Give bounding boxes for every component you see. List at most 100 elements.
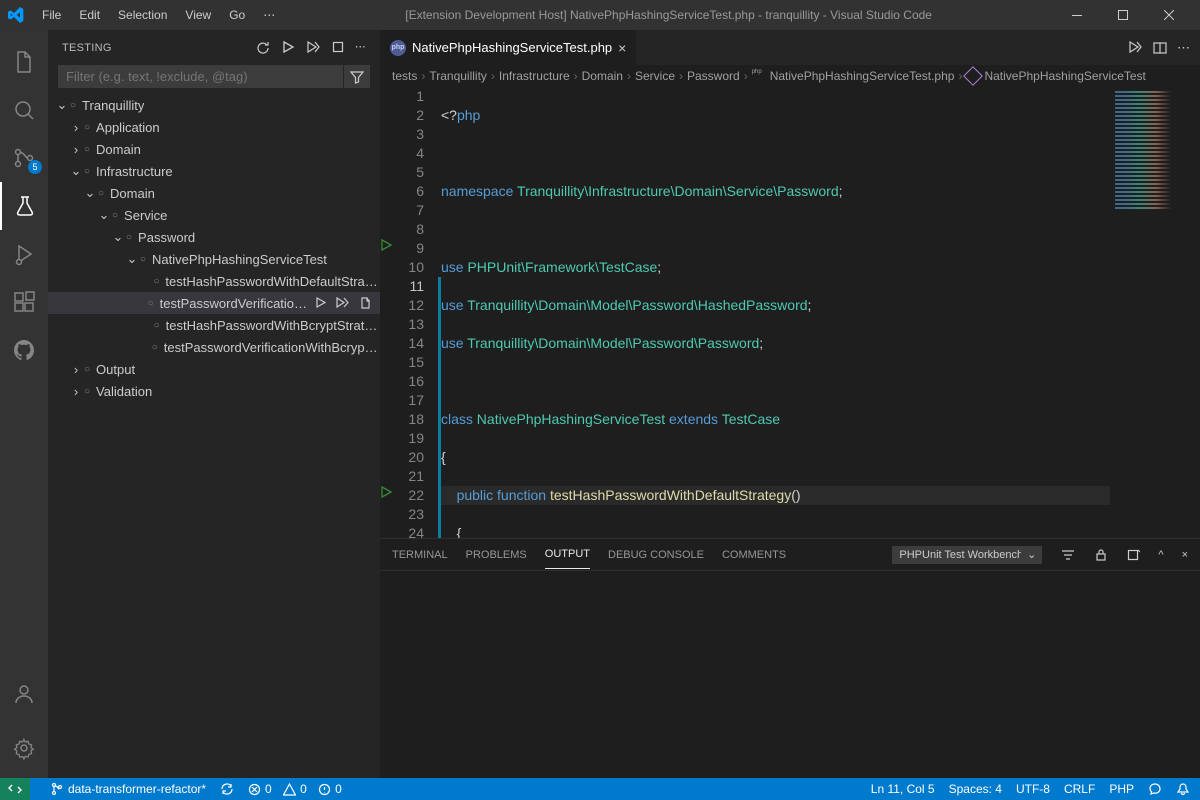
debug-all-icon[interactable]	[305, 40, 321, 56]
encoding[interactable]: UTF-8	[1016, 782, 1050, 796]
run-all-icon[interactable]	[281, 40, 295, 56]
activity-explorer[interactable]	[0, 38, 48, 86]
panel-output[interactable]: OUTPUT	[545, 540, 590, 569]
more-actions-icon[interactable]: ⋯	[355, 40, 366, 56]
close-panel-icon[interactable]: ×	[1182, 549, 1188, 561]
tree-item[interactable]: ⌄○Password	[48, 226, 380, 248]
status-idle-icon: ○	[112, 210, 118, 221]
status-idle-icon: ○	[148, 298, 154, 309]
sync-button[interactable]	[220, 782, 234, 796]
tree-item[interactable]: ⌄○Service	[48, 204, 380, 226]
activity-account[interactable]	[0, 670, 48, 718]
maximize-panel-icon[interactable]: ^	[1158, 549, 1163, 561]
crumb-symbol[interactable]: NativePhpHashingServiceTest	[966, 69, 1145, 83]
tree-item[interactable]: ›○Application	[48, 116, 380, 138]
test-tree[interactable]: ⌄ ○ Tranquillity ›○Application›○Domain⌄○…	[48, 94, 380, 778]
sidebar-actions: ⋯	[255, 40, 366, 56]
split-editor-icon[interactable]	[1153, 41, 1167, 55]
tree-item[interactable]: ○testHashPasswordWithBcryptStrategy	[48, 314, 380, 336]
output-body[interactable]	[380, 571, 1200, 778]
menu-view[interactable]: View	[177, 4, 219, 26]
git-branch[interactable]: data-transformer-refactor*	[50, 782, 206, 796]
language-mode[interactable]: PHP	[1109, 782, 1134, 796]
editor-tab[interactable]: php NativePhpHashingServiceTest.php ×	[380, 30, 637, 65]
tree-item[interactable]: ○testPasswordVerificationWithDefaultStra…	[48, 292, 380, 314]
filter-input[interactable]	[58, 65, 343, 88]
notifications-icon[interactable]	[1176, 782, 1190, 796]
tree-root[interactable]: ⌄ ○ Tranquillity	[48, 94, 380, 116]
debug-test-icon[interactable]	[335, 296, 350, 310]
menu-more-icon[interactable]: ⋯	[255, 4, 283, 26]
menu-go[interactable]: Go	[221, 4, 253, 26]
eol[interactable]: CRLF	[1064, 782, 1095, 796]
run-test-icon[interactable]	[314, 296, 327, 310]
editor-more-icon[interactable]: ⋯	[1177, 40, 1190, 56]
clear-output-icon[interactable]	[1126, 548, 1140, 562]
tree-item[interactable]: ›○Domain	[48, 138, 380, 160]
crumb[interactable]: Service	[635, 69, 675, 83]
php-icon: php	[390, 40, 406, 56]
crumb[interactable]: Password	[687, 69, 740, 83]
tree-item[interactable]: ○testHashPasswordWithDefaultStrategy	[48, 270, 380, 292]
chevron-down-icon: ⌄	[110, 229, 126, 245]
test-filter	[58, 65, 370, 88]
panel-terminal[interactable]: TERMINAL	[392, 541, 448, 569]
feedback-icon[interactable]	[1148, 782, 1162, 796]
breadcrumbs[interactable]: tests› Tranquillity› Infrastructure› Dom…	[380, 65, 1200, 87]
filter-output-icon[interactable]	[1060, 547, 1076, 563]
activity-github[interactable]	[0, 326, 48, 374]
tree-item[interactable]: ○testPasswordVerificationWithBcryptStrat…	[48, 336, 380, 358]
menu-file[interactable]: File	[34, 4, 69, 26]
activity-scm[interactable]: 5	[0, 134, 48, 182]
minimap[interactable]	[1110, 87, 1200, 538]
panel-debug[interactable]: DEBUG CONSOLE	[608, 541, 704, 569]
crumb-file[interactable]: phpNativePhpHashingServiceTest.php	[752, 69, 955, 83]
tree-item[interactable]: ›○Output	[48, 358, 380, 380]
run-file-icon[interactable]	[1127, 40, 1143, 56]
crumb[interactable]: Domain	[582, 69, 623, 83]
minimize-button[interactable]	[1054, 0, 1100, 30]
tree-item-label: testHashPasswordWithBcryptStrategy	[166, 318, 380, 333]
cursor-pos[interactable]: Ln 11, Col 5	[871, 782, 935, 796]
editor-body[interactable]: 1234567891011121314151617181920212223242…	[380, 87, 1200, 538]
cancel-run-icon[interactable]	[331, 40, 345, 56]
activity-extensions[interactable]	[0, 278, 48, 326]
close-button[interactable]	[1146, 0, 1192, 30]
window-title: [Extension Development Host] NativePhpHa…	[283, 8, 1054, 22]
activity-settings[interactable]	[0, 724, 48, 772]
code-area[interactable]: <?php namespace Tranquillity\Infrastruct…	[441, 87, 1110, 538]
tab-actions: ⋯	[1117, 30, 1200, 65]
crumb[interactable]: Infrastructure	[499, 69, 570, 83]
crumb[interactable]: tests	[392, 69, 417, 83]
filter-icon[interactable]	[344, 65, 370, 88]
class-icon	[964, 66, 984, 86]
remote-indicator[interactable]	[0, 778, 30, 800]
panel-problems[interactable]: PROBLEMS	[466, 541, 527, 569]
indent[interactable]: Spaces: 4	[949, 782, 1002, 796]
tree-item-label: Password	[138, 230, 195, 245]
tree-item[interactable]: ⌄○Domain	[48, 182, 380, 204]
refresh-icon[interactable]	[255, 40, 271, 56]
chevron-right-icon: ›	[68, 119, 84, 135]
activity-testing[interactable]	[0, 182, 48, 230]
problems-status[interactable]: 0 0 0	[248, 782, 342, 796]
crumb[interactable]: Tranquillity	[429, 69, 487, 83]
panel-comments[interactable]: COMMENTS	[722, 541, 786, 569]
status-idle-icon: ○	[84, 364, 90, 375]
gutter-run[interactable]	[380, 87, 398, 538]
menu-selection[interactable]: Selection	[110, 4, 175, 26]
tree-item[interactable]: ⌄○NativePhpHashingServiceTest	[48, 248, 380, 270]
lock-scroll-icon[interactable]	[1094, 548, 1108, 562]
tree-item[interactable]: ›○Validation	[48, 380, 380, 402]
maximize-button[interactable]	[1100, 0, 1146, 30]
activity-search[interactable]	[0, 86, 48, 134]
tree-item-label: NativePhpHashingServiceTest	[152, 252, 327, 267]
title-bar: File Edit Selection View Go ⋯ [Extension…	[0, 0, 1200, 30]
close-tab-icon[interactable]: ×	[618, 40, 626, 56]
status-bar: data-transformer-refactor* 0 0 0 Ln 11, …	[0, 778, 1200, 800]
output-channel-select[interactable]: PHPUnit Test Workbench	[892, 546, 1042, 564]
go-to-test-icon[interactable]	[358, 296, 372, 310]
menu-edit[interactable]: Edit	[71, 4, 108, 26]
tree-item[interactable]: ⌄○Infrastructure	[48, 160, 380, 182]
activity-run[interactable]	[0, 230, 48, 278]
